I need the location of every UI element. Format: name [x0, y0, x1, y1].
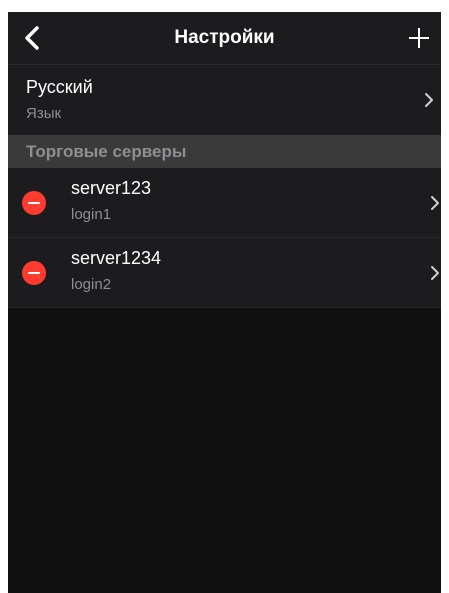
plus-icon: [409, 28, 429, 48]
page-title: Настройки: [174, 27, 275, 48]
language-value: Русский: [26, 77, 93, 97]
server-name: server123: [71, 178, 152, 198]
delete-server-button[interactable]: [22, 191, 46, 215]
language-row[interactable]: Русский Язык: [8, 65, 441, 135]
chevron-right-icon: [425, 93, 433, 107]
settings-screen: Настройки Русский Язык Торговые серверы …: [8, 12, 441, 593]
divider: [8, 307, 441, 308]
minus-icon: [28, 272, 40, 274]
section-title: Торговые серверы: [26, 142, 187, 161]
chevron-right-icon: [431, 196, 439, 210]
server-row[interactable]: server123 login1: [8, 168, 441, 237]
delete-server-button[interactable]: [22, 261, 46, 285]
server-name: server1234: [71, 248, 162, 268]
navigation-bar: Настройки: [8, 12, 441, 64]
language-label: Язык: [26, 105, 62, 122]
server-login: login2: [71, 276, 112, 293]
section-header: Торговые серверы: [8, 135, 441, 168]
chevron-right-icon: [431, 266, 439, 280]
server-row[interactable]: server1234 login2: [8, 238, 441, 307]
add-server-button[interactable]: [407, 26, 431, 50]
minus-icon: [28, 202, 40, 204]
server-login: login1: [71, 206, 112, 223]
